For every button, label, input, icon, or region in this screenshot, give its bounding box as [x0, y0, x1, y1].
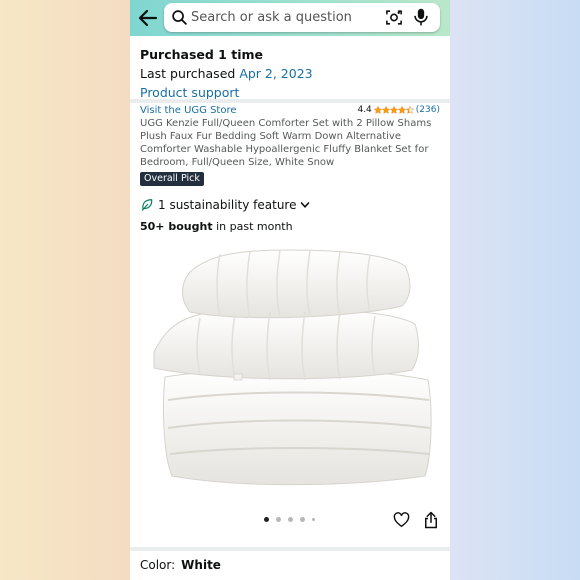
back-arrow-icon[interactable] [136, 6, 160, 30]
share-icon[interactable] [423, 511, 439, 529]
star-icon [373, 105, 383, 114]
leaf-icon [141, 199, 153, 211]
carousel-dot[interactable] [276, 517, 281, 522]
sustainability-toggle[interactable]: 1 sustainability feature [140, 198, 310, 212]
product-image-comforter-set[interactable] [150, 240, 435, 495]
search-box[interactable] [164, 3, 440, 32]
purchase-count: Purchased 1 time [140, 47, 263, 62]
product-page: Purchased 1 time Last purchased Apr 2, 2… [130, 0, 450, 580]
bought-in-past-month: 50+ bought in past month [140, 220, 293, 233]
last-purchased: Last purchased Apr 2, 2023 [140, 66, 440, 82]
section-divider [130, 547, 450, 551]
search-icon [172, 10, 187, 25]
star-icon [381, 105, 391, 114]
carousel-dot[interactable] [312, 518, 315, 521]
star-icon [397, 105, 407, 114]
overall-pick-badge: Overall Pick [140, 172, 204, 186]
store-link[interactable]: Visit the UGG Store [140, 104, 237, 117]
review-count[interactable]: (236) [416, 104, 440, 116]
search-input[interactable] [191, 7, 377, 27]
color-selection[interactable]: Color: White [140, 558, 221, 572]
last-purchased-date-link[interactable]: Apr 2, 2023 [239, 66, 312, 81]
carousel-dot[interactable] [264, 517, 269, 522]
bought-period: in past month [212, 220, 293, 233]
section-divider [130, 99, 450, 103]
carousel-dot[interactable] [288, 517, 293, 522]
chevron-down-icon [301, 202, 310, 208]
search-header [130, 0, 450, 36]
last-purchased-label: Last purchased [140, 66, 236, 81]
bought-count: 50+ bought [140, 220, 213, 233]
carousel-dot[interactable] [300, 517, 305, 522]
microphone-icon[interactable] [413, 8, 429, 27]
rating-stars [373, 105, 415, 114]
image-carousel-dots[interactable] [264, 517, 322, 522]
heart-icon[interactable] [393, 512, 410, 528]
sustainability-label: 1 sustainability feature [158, 198, 297, 212]
camera-lens-icon[interactable] [384, 8, 404, 27]
star-icon [405, 105, 415, 114]
color-label: Color: [140, 558, 176, 572]
rating-summary[interactable]: 4.4 (236) [357, 104, 440, 116]
purchase-history: Purchased 1 time Last purchased Apr 2, 2… [140, 47, 440, 101]
rating-value: 4.4 [357, 105, 372, 115]
product-title: UGG Kenzie Full/Queen Comforter Set with… [140, 118, 432, 168]
star-icon [389, 105, 399, 114]
color-value: White [181, 558, 221, 572]
